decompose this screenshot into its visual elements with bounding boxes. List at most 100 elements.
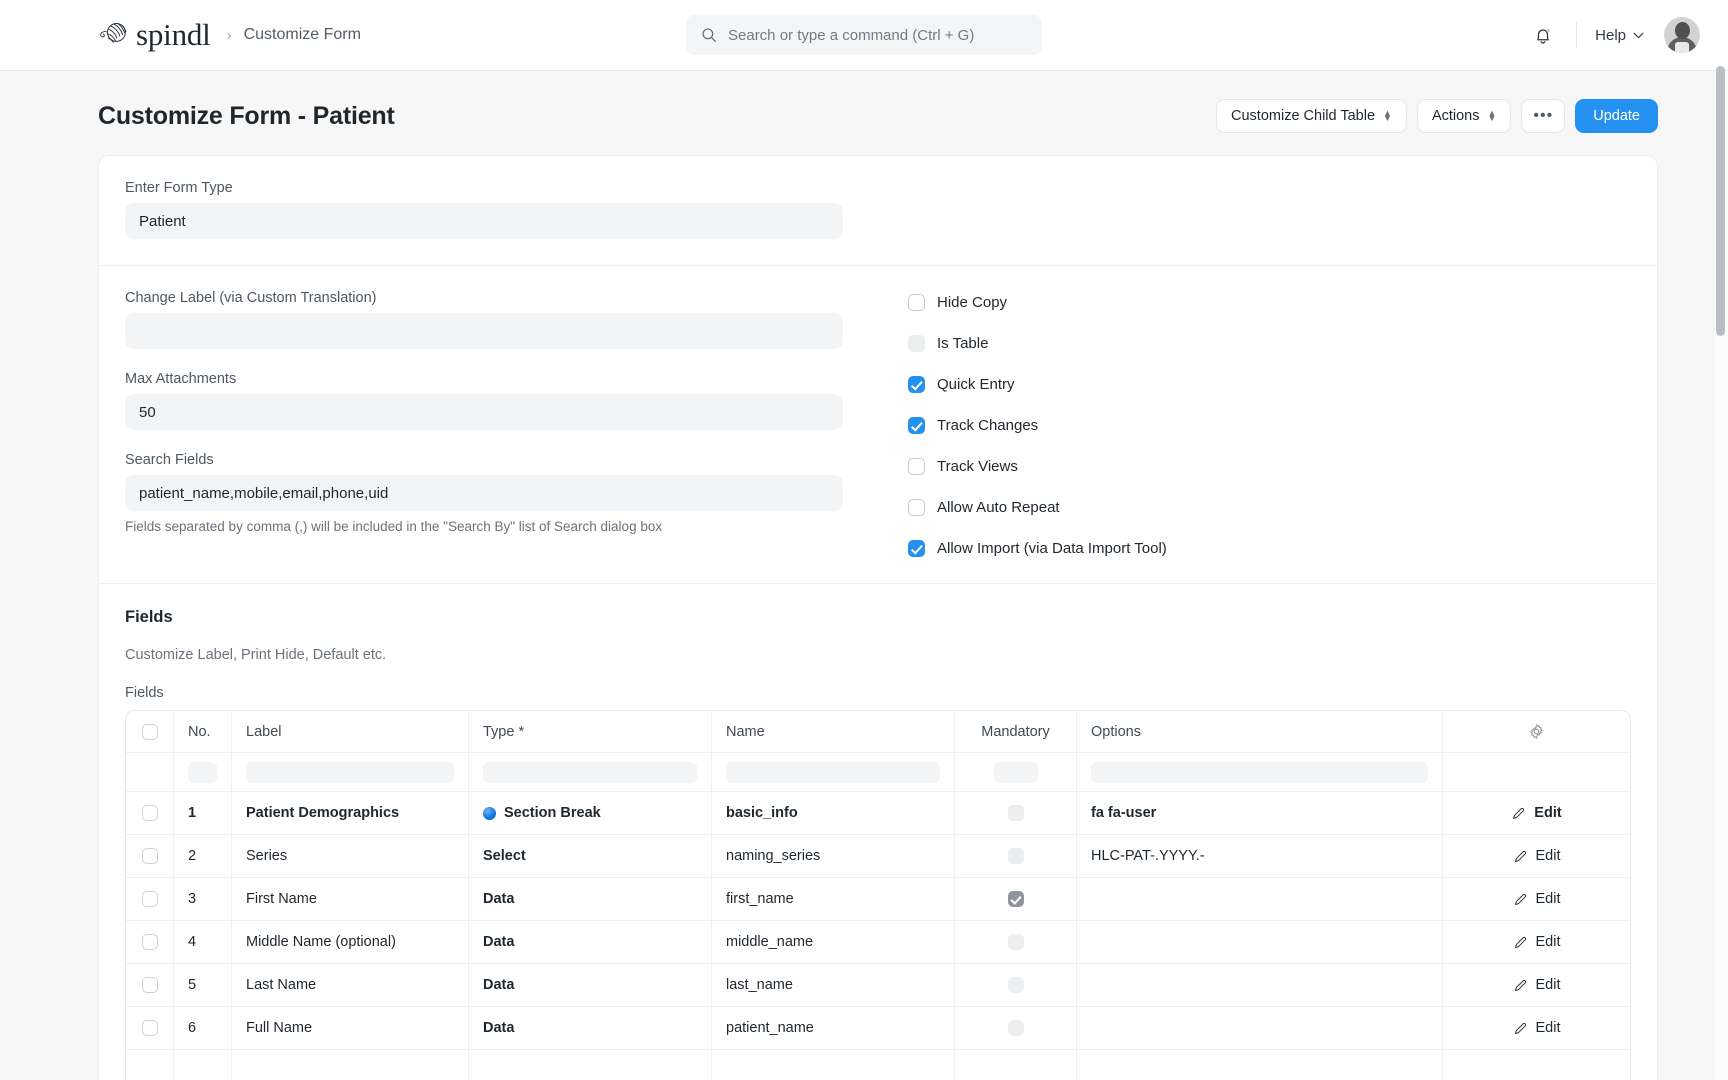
row-type[interactable]: Data: [469, 921, 712, 963]
row-edit-cell[interactable]: [1443, 1050, 1630, 1080]
allow-auto-repeat-checkbox[interactable]: [908, 499, 925, 516]
customize-child-table-button[interactable]: Customize Child Table ▲▼: [1216, 99, 1407, 133]
checkbox-row-track-views[interactable]: Track Views: [908, 458, 1631, 475]
row-select-cell[interactable]: [126, 1007, 174, 1049]
checkbox-row-allow-import[interactable]: Allow Import (via Data Import Tool): [908, 540, 1631, 557]
row-type[interactable]: Data: [469, 1007, 712, 1049]
row-mandatory-cell[interactable]: [955, 921, 1077, 963]
edit-button[interactable]: Edit: [1513, 1020, 1561, 1036]
table-row[interactable]: 6 Full Name Data patient_name Edit: [126, 1006, 1630, 1049]
more-options-button[interactable]: •••: [1521, 99, 1565, 133]
column-header-mandatory[interactable]: Mandatory: [955, 711, 1077, 752]
filter-no[interactable]: [174, 753, 232, 791]
filter-mandatory[interactable]: [955, 753, 1077, 791]
filter-label[interactable]: [232, 753, 469, 791]
edit-button[interactable]: Edit: [1511, 805, 1561, 821]
row-type[interactable]: [469, 1050, 712, 1080]
actions-button[interactable]: Actions ▲▼: [1417, 99, 1511, 133]
row-name[interactable]: patient_name: [712, 1007, 955, 1049]
row-label[interactable]: First Name: [232, 878, 469, 920]
grid-settings-cell[interactable]: [1443, 711, 1630, 752]
edit-button[interactable]: Edit: [1513, 934, 1561, 950]
row-edit-cell[interactable]: Edit: [1443, 835, 1630, 877]
row-mandatory-checkbox[interactable]: [1008, 891, 1024, 907]
row-mandatory-checkbox[interactable]: [1008, 848, 1024, 864]
search-fields-input[interactable]: patient_name,mobile,email,phone,uid: [125, 475, 843, 511]
filter-options[interactable]: [1077, 753, 1443, 791]
row-select-cell[interactable]: [126, 878, 174, 920]
row-type[interactable]: Data: [469, 964, 712, 1006]
filter-input-name[interactable]: [726, 762, 940, 783]
row-type[interactable]: Select: [469, 835, 712, 877]
column-header-no[interactable]: No.: [174, 711, 232, 752]
row-mandatory-cell[interactable]: [955, 835, 1077, 877]
row-label[interactable]: Patient Demographics: [232, 792, 469, 834]
select-all-checkbox[interactable]: [142, 724, 158, 740]
row-select-checkbox[interactable]: [142, 805, 158, 821]
row-mandatory-checkbox[interactable]: [1008, 977, 1024, 993]
row-options[interactable]: [1077, 878, 1443, 920]
edit-button[interactable]: Edit: [1513, 891, 1561, 907]
breadcrumb-customize-form[interactable]: Customize Form: [244, 26, 361, 44]
row-mandatory-cell[interactable]: [955, 792, 1077, 834]
table-row[interactable]: 2 Series Select naming_series HLC-PAT-.Y…: [126, 834, 1630, 877]
row-options[interactable]: fa fa-user: [1077, 792, 1443, 834]
row-label[interactable]: Series: [232, 835, 469, 877]
select-all-cell[interactable]: [126, 711, 174, 752]
row-name[interactable]: middle_name: [712, 921, 955, 963]
row-options[interactable]: [1077, 1050, 1443, 1080]
filter-input-mandatory[interactable]: [994, 762, 1038, 783]
row-select-checkbox[interactable]: [142, 891, 158, 907]
row-edit-cell[interactable]: Edit: [1443, 878, 1630, 920]
row-select-cell[interactable]: [126, 921, 174, 963]
checkbox-row-allow-auto-repeat[interactable]: Allow Auto Repeat: [908, 499, 1631, 516]
row-select-checkbox[interactable]: [142, 977, 158, 993]
filter-input-type[interactable]: [483, 762, 697, 783]
row-select-checkbox[interactable]: [142, 1020, 158, 1036]
filter-name[interactable]: [712, 753, 955, 791]
row-mandatory-cell[interactable]: [955, 964, 1077, 1006]
row-options[interactable]: [1077, 921, 1443, 963]
quick-entry-checkbox[interactable]: [908, 376, 925, 393]
row-label[interactable]: Middle Name (optional): [232, 921, 469, 963]
edit-button[interactable]: Edit: [1513, 977, 1561, 993]
row-mandatory-checkbox[interactable]: [1008, 805, 1024, 821]
row-mandatory-checkbox[interactable]: [1008, 934, 1024, 950]
column-header-label[interactable]: Label: [232, 711, 469, 752]
filter-input-label[interactable]: [246, 762, 454, 783]
row-mandatory-checkbox[interactable]: [1008, 1020, 1024, 1036]
row-type[interactable]: Data: [469, 878, 712, 920]
table-row[interactable]: [126, 1049, 1630, 1080]
row-name[interactable]: naming_series: [712, 835, 955, 877]
row-label[interactable]: [232, 1050, 469, 1080]
row-mandatory-cell[interactable]: [955, 1050, 1077, 1080]
row-label[interactable]: Full Name: [232, 1007, 469, 1049]
column-header-type[interactable]: Type *: [469, 711, 712, 752]
update-button[interactable]: Update: [1575, 99, 1658, 133]
row-name[interactable]: [712, 1050, 955, 1080]
checkbox-row-hide-copy[interactable]: Hide Copy: [908, 294, 1631, 311]
row-select-checkbox[interactable]: [142, 848, 158, 864]
row-options[interactable]: HLC-PAT-.YYYY.-: [1077, 835, 1443, 877]
avatar[interactable]: [1664, 17, 1700, 53]
row-options[interactable]: [1077, 964, 1443, 1006]
row-mandatory-cell[interactable]: [955, 878, 1077, 920]
hide-copy-checkbox[interactable]: [908, 294, 925, 311]
row-edit-cell[interactable]: Edit: [1443, 792, 1630, 834]
row-name[interactable]: basic_info: [712, 792, 955, 834]
row-mandatory-cell[interactable]: [955, 1007, 1077, 1049]
checkbox-row-quick-entry[interactable]: Quick Entry: [908, 376, 1631, 393]
scrollbar-thumb[interactable]: [1716, 66, 1725, 336]
search-input[interactable]: Search or type a command (Ctrl + G): [686, 15, 1042, 55]
table-row[interactable]: 1 Patient Demographics Section Break bas…: [126, 791, 1630, 834]
edit-button[interactable]: Edit: [1513, 848, 1561, 864]
table-row[interactable]: 3 First Name Data first_name Edit: [126, 877, 1630, 920]
row-select-cell[interactable]: [126, 835, 174, 877]
row-options[interactable]: [1077, 1007, 1443, 1049]
table-row[interactable]: 5 Last Name Data last_name Edit: [126, 963, 1630, 1006]
row-select-cell[interactable]: [126, 1050, 174, 1080]
row-edit-cell[interactable]: Edit: [1443, 921, 1630, 963]
row-edit-cell[interactable]: Edit: [1443, 1007, 1630, 1049]
filter-input-no[interactable]: [188, 762, 217, 783]
change-label-input[interactable]: [125, 313, 843, 349]
